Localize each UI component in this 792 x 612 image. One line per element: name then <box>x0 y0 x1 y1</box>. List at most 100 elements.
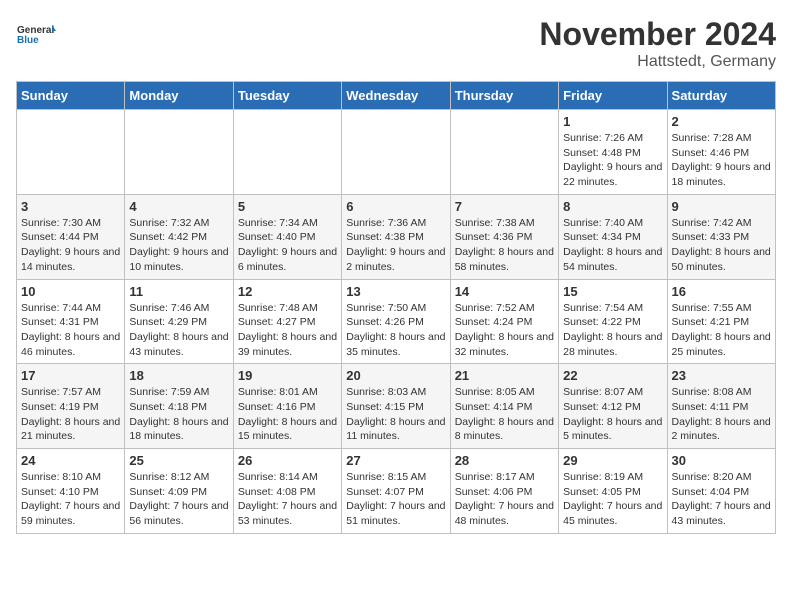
calendar-cell <box>342 110 450 195</box>
location-title: Hattstedt, Germany <box>539 53 776 71</box>
day-info: Sunrise: 8:20 AM Sunset: 4:04 PM Dayligh… <box>672 470 771 529</box>
day-info: Sunrise: 7:54 AM Sunset: 4:22 PM Dayligh… <box>563 301 662 360</box>
calendar-cell: 6 Sunrise: 7:36 AM Sunset: 4:38 PM Daylig… <box>342 194 450 279</box>
day-info: Sunrise: 7:48 AM Sunset: 4:27 PM Dayligh… <box>238 301 337 360</box>
calendar-cell: 13 Sunrise: 7:50 AM Sunset: 4:26 PM Dayli… <box>342 279 450 364</box>
day-info: Sunrise: 8:14 AM Sunset: 4:08 PM Dayligh… <box>238 470 337 529</box>
logo-svg: General Blue <box>16 16 56 56</box>
day-number: 24 <box>21 453 120 468</box>
day-info: Sunrise: 8:03 AM Sunset: 4:15 PM Dayligh… <box>346 385 445 444</box>
day-number: 16 <box>672 284 771 299</box>
day-number: 28 <box>455 453 554 468</box>
day-info: Sunrise: 7:38 AM Sunset: 4:36 PM Dayligh… <box>455 216 554 275</box>
svg-text:General: General <box>17 25 54 36</box>
day-info: Sunrise: 7:36 AM Sunset: 4:38 PM Dayligh… <box>346 216 445 275</box>
day-number: 12 <box>238 284 337 299</box>
calendar-cell: 2 Sunrise: 7:28 AM Sunset: 4:46 PM Daylig… <box>667 110 775 195</box>
calendar-cell: 10 Sunrise: 7:44 AM Sunset: 4:31 PM Dayli… <box>17 279 125 364</box>
col-header-sunday: Sunday <box>17 82 125 110</box>
day-number: 29 <box>563 453 662 468</box>
day-info: Sunrise: 8:19 AM Sunset: 4:05 PM Dayligh… <box>563 470 662 529</box>
day-info: Sunrise: 7:59 AM Sunset: 4:18 PM Dayligh… <box>129 385 228 444</box>
calendar-cell: 28 Sunrise: 8:17 AM Sunset: 4:06 PM Dayli… <box>450 449 558 534</box>
col-header-thursday: Thursday <box>450 82 558 110</box>
calendar-cell: 22 Sunrise: 8:07 AM Sunset: 4:12 PM Dayli… <box>559 364 667 449</box>
day-number: 8 <box>563 199 662 214</box>
calendar-cell: 17Sunrise: 7:57 AM Sunset: 4:19 PM Dayli… <box>17 364 125 449</box>
day-info: Sunrise: 8:12 AM Sunset: 4:09 PM Dayligh… <box>129 470 228 529</box>
day-number: 1 <box>563 114 662 129</box>
calendar-cell: 19 Sunrise: 8:01 AM Sunset: 4:16 PM Dayli… <box>233 364 341 449</box>
title-area: November 2024 Hattstedt, Germany <box>539 16 776 71</box>
calendar-cell: 8 Sunrise: 7:40 AM Sunset: 4:34 PM Daylig… <box>559 194 667 279</box>
calendar-cell: 14Sunrise: 7:52 AM Sunset: 4:24 PM Dayli… <box>450 279 558 364</box>
col-header-monday: Monday <box>125 82 233 110</box>
svg-text:Blue: Blue <box>17 35 39 46</box>
col-header-saturday: Saturday <box>667 82 775 110</box>
day-number: 18 <box>129 368 228 383</box>
day-number: 21 <box>455 368 554 383</box>
calendar-cell: 1 Sunrise: 7:26 AM Sunset: 4:48 PM Daylig… <box>559 110 667 195</box>
day-number: 25 <box>129 453 228 468</box>
day-info: Sunrise: 8:07 AM Sunset: 4:12 PM Dayligh… <box>563 385 662 444</box>
calendar-cell: 24 Sunrise: 8:10 AM Sunset: 4:10 PM Dayli… <box>17 449 125 534</box>
day-info: Sunrise: 7:28 AM Sunset: 4:46 PM Dayligh… <box>672 131 771 190</box>
day-info: Sunrise: 7:46 AM Sunset: 4:29 PM Dayligh… <box>129 301 228 360</box>
day-info: Sunrise: 7:40 AM Sunset: 4:34 PM Dayligh… <box>563 216 662 275</box>
day-info: Sunrise: 8:05 AM Sunset: 4:14 PM Dayligh… <box>455 385 554 444</box>
day-number: 13 <box>346 284 445 299</box>
day-number: 23 <box>672 368 771 383</box>
day-number: 19 <box>238 368 337 383</box>
day-info: Sunrise: 7:42 AM Sunset: 4:33 PM Dayligh… <box>672 216 771 275</box>
day-number: 15 <box>563 284 662 299</box>
day-info: Sunrise: 7:50 AM Sunset: 4:26 PM Dayligh… <box>346 301 445 360</box>
day-number: 11 <box>129 284 228 299</box>
day-number: 7 <box>455 199 554 214</box>
day-info: Sunrise: 7:44 AM Sunset: 4:31 PM Dayligh… <box>21 301 120 360</box>
day-number: 10 <box>21 284 120 299</box>
calendar-cell: 9 Sunrise: 7:42 AM Sunset: 4:33 PM Daylig… <box>667 194 775 279</box>
day-info: Sunrise: 7:26 AM Sunset: 4:48 PM Dayligh… <box>563 131 662 190</box>
day-number: 2 <box>672 114 771 129</box>
day-info: Sunrise: 8:17 AM Sunset: 4:06 PM Dayligh… <box>455 470 554 529</box>
day-number: 20 <box>346 368 445 383</box>
day-info: Sunrise: 8:15 AM Sunset: 4:07 PM Dayligh… <box>346 470 445 529</box>
day-info: Sunrise: 7:32 AM Sunset: 4:42 PM Dayligh… <box>129 216 228 275</box>
logo: General Blue <box>16 16 56 56</box>
day-info: Sunrise: 7:30 AM Sunset: 4:44 PM Dayligh… <box>21 216 120 275</box>
day-info: Sunrise: 8:01 AM Sunset: 4:16 PM Dayligh… <box>238 385 337 444</box>
calendar-cell <box>17 110 125 195</box>
calendar-cell: 11 Sunrise: 7:46 AM Sunset: 4:29 PM Dayli… <box>125 279 233 364</box>
day-info: Sunrise: 7:52 AM Sunset: 4:24 PM Dayligh… <box>455 301 554 360</box>
calendar-cell: 5 Sunrise: 7:34 AM Sunset: 4:40 PM Daylig… <box>233 194 341 279</box>
day-info: Sunrise: 7:55 AM Sunset: 4:21 PM Dayligh… <box>672 301 771 360</box>
month-title: November 2024 <box>539 16 776 53</box>
calendar-cell: 12 Sunrise: 7:48 AM Sunset: 4:27 PM Dayli… <box>233 279 341 364</box>
day-number: 4 <box>129 199 228 214</box>
day-number: 6 <box>346 199 445 214</box>
calendar-cell: 29 Sunrise: 8:19 AM Sunset: 4:05 PM Dayli… <box>559 449 667 534</box>
calendar-cell: 15 Sunrise: 7:54 AM Sunset: 4:22 PM Dayli… <box>559 279 667 364</box>
calendar-cell: 23Sunrise: 8:08 AM Sunset: 4:11 PM Dayli… <box>667 364 775 449</box>
calendar-cell: 18 Sunrise: 7:59 AM Sunset: 4:18 PM Dayli… <box>125 364 233 449</box>
calendar-cell: 3Sunrise: 7:30 AM Sunset: 4:44 PM Daylig… <box>17 194 125 279</box>
calendar-cell: 30 Sunrise: 8:20 AM Sunset: 4:04 PM Dayli… <box>667 449 775 534</box>
col-header-friday: Friday <box>559 82 667 110</box>
day-number: 30 <box>672 453 771 468</box>
calendar-cell: 7 Sunrise: 7:38 AM Sunset: 4:36 PM Daylig… <box>450 194 558 279</box>
day-info: Sunrise: 7:57 AM Sunset: 4:19 PM Dayligh… <box>21 385 120 444</box>
calendar-cell: 20 Sunrise: 8:03 AM Sunset: 4:15 PM Dayli… <box>342 364 450 449</box>
calendar-cell: 26Sunrise: 8:14 AM Sunset: 4:08 PM Dayli… <box>233 449 341 534</box>
day-number: 22 <box>563 368 662 383</box>
calendar-cell <box>450 110 558 195</box>
day-number: 9 <box>672 199 771 214</box>
day-info: Sunrise: 7:34 AM Sunset: 4:40 PM Dayligh… <box>238 216 337 275</box>
day-info: Sunrise: 8:10 AM Sunset: 4:10 PM Dayligh… <box>21 470 120 529</box>
calendar-cell: 27Sunrise: 8:15 AM Sunset: 4:07 PM Dayli… <box>342 449 450 534</box>
col-header-tuesday: Tuesday <box>233 82 341 110</box>
calendar-cell <box>125 110 233 195</box>
calendar-cell: 25 Sunrise: 8:12 AM Sunset: 4:09 PM Dayli… <box>125 449 233 534</box>
page-header: General Blue November 2024 Hattstedt, Ge… <box>16 16 776 71</box>
calendar-cell <box>233 110 341 195</box>
day-number: 5 <box>238 199 337 214</box>
